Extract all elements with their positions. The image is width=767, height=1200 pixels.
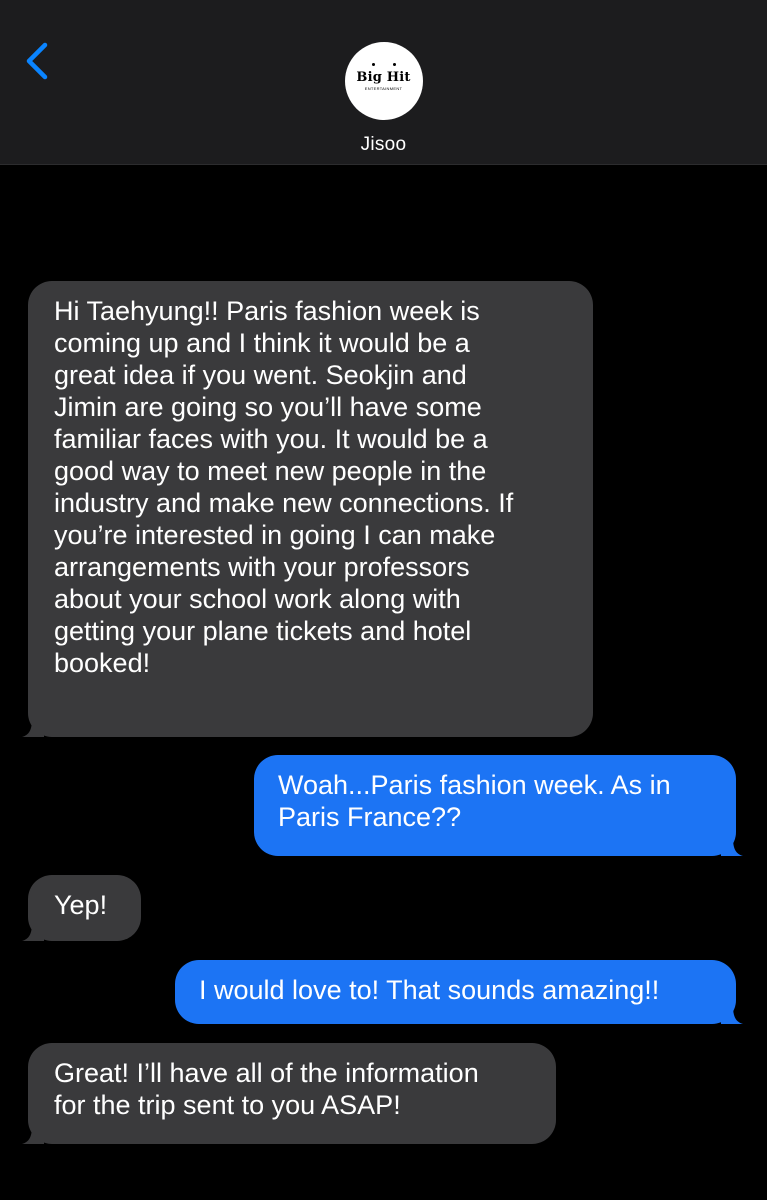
message-text-line: booked!	[54, 648, 151, 678]
message-text-line: you’re interested in going I can make	[54, 520, 496, 550]
message-bubble-incoming[interactable]: Great! I’ll have all of the information …	[22, 1043, 556, 1144]
message-text-line: Yep!	[54, 890, 108, 920]
message-text-line: Woah...Paris fashion week. As in	[278, 770, 671, 800]
message-text-line: familiar faces with you. It would be a	[54, 424, 488, 454]
contact-avatar[interactable]: Big Hit ENTERTAINMENT	[344, 42, 423, 120]
message-text-line: industry and make new connections. If	[54, 488, 514, 518]
bubble-tail	[22, 923, 44, 941]
message-text-line: coming up and I think it would be a	[54, 328, 470, 358]
conversation-header: Big Hit ENTERTAINMENT Jisoo	[0, 0, 767, 165]
message-bubble-incoming[interactable]: Hi Taehyung!! Paris fashion week is comi…	[22, 281, 593, 737]
bubble-tail	[22, 1126, 44, 1144]
message-text-line: Hi Taehyung!! Paris fashion week is	[54, 296, 480, 326]
bubble-tail	[721, 838, 743, 856]
message-text-line: arrangements with your professors	[54, 552, 470, 582]
bubble-tail	[22, 719, 44, 737]
message-text-line: Great! I’ll have all of the information	[54, 1058, 479, 1088]
message-text-line: getting your plane tickets and hotel	[54, 616, 472, 646]
message-text-line: Jimin are going so you’ll have some	[54, 392, 482, 422]
message-text-line: for the trip sent to you ASAP!	[54, 1090, 401, 1120]
message-text-line: good way to meet new people in the	[54, 456, 487, 486]
bubble-tail	[721, 1006, 743, 1024]
avatar-logo-subtext: ENTERTAINMENT	[364, 86, 403, 91]
message-text-line: about your school work along with	[54, 584, 461, 614]
contact-name[interactable]: Jisoo	[0, 134, 767, 156]
message-text-line: Paris France??	[278, 802, 462, 832]
messages-screen: Big Hit ENTERTAINMENT Jisoo Hi Taehyung!…	[0, 0, 767, 1200]
message-bubble-incoming[interactable]: Yep!	[22, 875, 141, 941]
message-bubble-outgoing[interactable]: Woah...Paris fashion week. As in Paris F…	[254, 755, 743, 856]
contact-info: Big Hit ENTERTAINMENT Jisoo	[0, 42, 767, 156]
logo-dot-left	[371, 63, 375, 66]
avatar-logo-text: Big Hit	[356, 70, 411, 85]
message-text-line: I would love to! That sounds amazing!!	[199, 975, 660, 1005]
message-bubble-outgoing[interactable]: I would love to! That sounds amazing!!	[175, 960, 743, 1024]
logo-dot-right	[392, 63, 396, 66]
message-text-line: great idea if you went. Seokjin and	[54, 360, 467, 390]
